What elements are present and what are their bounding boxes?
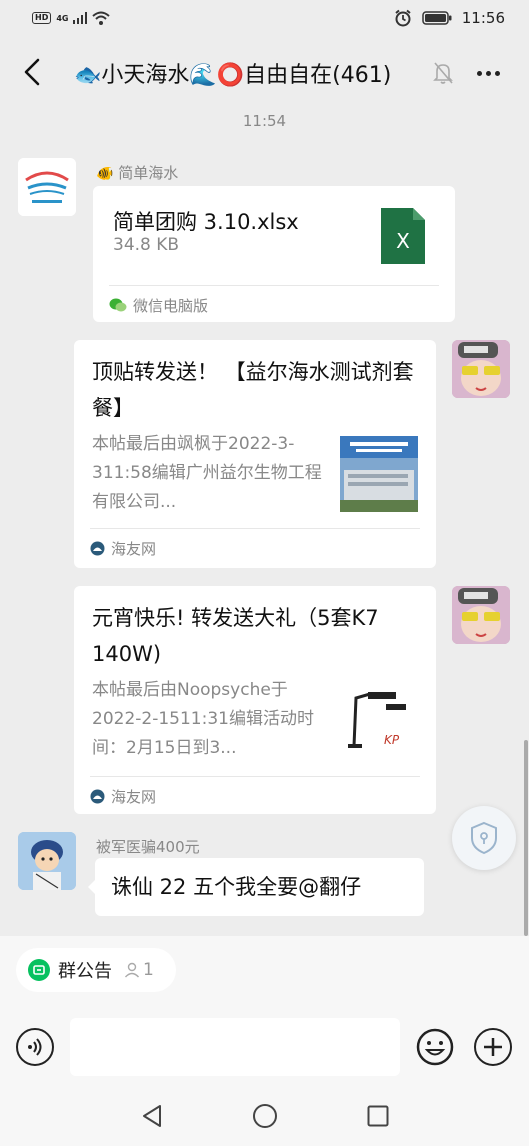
fish-icon: 🐠	[96, 166, 114, 182]
notice-label: 群公告	[58, 961, 112, 982]
file-card[interactable]: 简单团购 3.10.xlsx 34.8 KB X 微信电脑版	[93, 186, 455, 322]
shield-icon	[471, 821, 497, 855]
person-icon	[124, 962, 140, 978]
building-thumbnail-icon	[340, 436, 418, 512]
triangle-back-icon	[143, 1105, 161, 1127]
link-title: 顶贴转发送！ 【益尔海水测试剂套餐】	[92, 360, 414, 420]
haiyou-logo-icon	[90, 789, 105, 804]
file-size: 34.8 KB	[113, 235, 180, 255]
network-label: 4G	[56, 13, 69, 23]
more-dot	[494, 70, 500, 76]
back-button[interactable]	[14, 52, 50, 92]
anime-avatar-icon	[452, 340, 510, 398]
link-description: 本帖最后由Noopsyche于2022-2-1511:31编辑活动时间：2月15…	[92, 680, 314, 758]
link-title: 元宵快乐! 转发送大礼（5套K7 140W)	[92, 606, 379, 666]
more-dots-icon	[476, 70, 482, 76]
sender-name: 🐠 简单海水	[96, 164, 179, 182]
group-notice-chip[interactable]: 群公告 1	[16, 948, 176, 992]
haiyou-logo-icon	[90, 541, 105, 556]
link-source: 海友网	[90, 786, 156, 807]
status-bar: HD 4G 11:56	[0, 0, 529, 36]
avatar[interactable]	[18, 832, 76, 890]
bell-off-icon	[433, 62, 453, 84]
sender-name: 被军医骗400元	[96, 838, 200, 856]
logo-avatar-icon	[18, 158, 76, 216]
circle-home-icon	[253, 1104, 277, 1128]
clock-time: 11:56	[461, 9, 505, 27]
link-thumbnail: KP	[340, 686, 418, 762]
text-message-bubble[interactable]: 诛仙 22 五个我全要@翻仔	[88, 858, 424, 916]
lamp-thumbnail-icon: KP	[340, 686, 418, 762]
wechat-icon	[109, 298, 127, 312]
voice-icon	[28, 1038, 42, 1056]
link-thumbnail	[340, 436, 418, 512]
system-home-button[interactable]	[251, 1102, 279, 1130]
notice-count: 1	[124, 960, 154, 980]
link-source: 海友网	[90, 538, 156, 559]
link-card[interactable]: 元宵快乐! 转发送大礼（5套K7 140W) 本帖最后由Noopsyche于20…	[74, 586, 436, 814]
file-source: 微信电脑版	[109, 295, 208, 316]
chevron-left-icon	[24, 58, 40, 86]
cartoon-avatar-icon	[18, 832, 76, 890]
excel-letter: X	[396, 229, 410, 253]
system-navigation-bar	[0, 1090, 529, 1146]
more-button[interactable]	[468, 56, 508, 90]
avatar[interactable]	[18, 158, 76, 216]
floating-shield-button[interactable]	[452, 806, 516, 870]
voice-button[interactable]	[16, 1028, 54, 1066]
emoji-icon[interactable]	[416, 1028, 454, 1066]
divider	[109, 285, 439, 286]
avatar[interactable]	[452, 586, 510, 644]
scrollbar[interactable]	[524, 740, 528, 936]
alarm-icon	[395, 9, 411, 27]
excel-file-icon: X	[381, 208, 425, 264]
battery-icon	[422, 11, 452, 25]
square-recents-icon	[367, 1105, 389, 1127]
divider	[90, 776, 420, 777]
announcement-icon	[28, 959, 50, 981]
avatar[interactable]	[452, 340, 510, 398]
system-back-button[interactable]	[138, 1102, 166, 1130]
anime-avatar-icon	[452, 586, 510, 644]
plus-icon	[484, 1038, 502, 1056]
more-dot	[485, 70, 491, 76]
link-description: 本帖最后由飒枫于2022-3-311:58编辑广州益尔生物工程有限公司...	[92, 434, 322, 512]
wifi-icon	[92, 11, 111, 25]
divider	[90, 528, 420, 529]
system-recents-button[interactable]	[364, 1102, 392, 1130]
svg-text:KP: KP	[384, 733, 400, 747]
link-card[interactable]: 顶贴转发送！ 【益尔海水测试剂套餐】 本帖最后由飒枫于2022-3-311:58…	[74, 340, 436, 568]
message-timestamp: 11:54	[242, 112, 287, 130]
file-name: 简单团购 3.10.xlsx	[113, 210, 299, 234]
chat-header: 🐟小天海水🌊⭕自由自在(461)	[0, 44, 529, 102]
signal-icon	[73, 12, 88, 24]
chat-title: 🐟小天海水🌊⭕自由自在(461)	[74, 63, 392, 88]
message-input[interactable]	[70, 1018, 400, 1076]
plus-button[interactable]	[474, 1028, 512, 1066]
hd-badge: HD	[32, 12, 52, 24]
